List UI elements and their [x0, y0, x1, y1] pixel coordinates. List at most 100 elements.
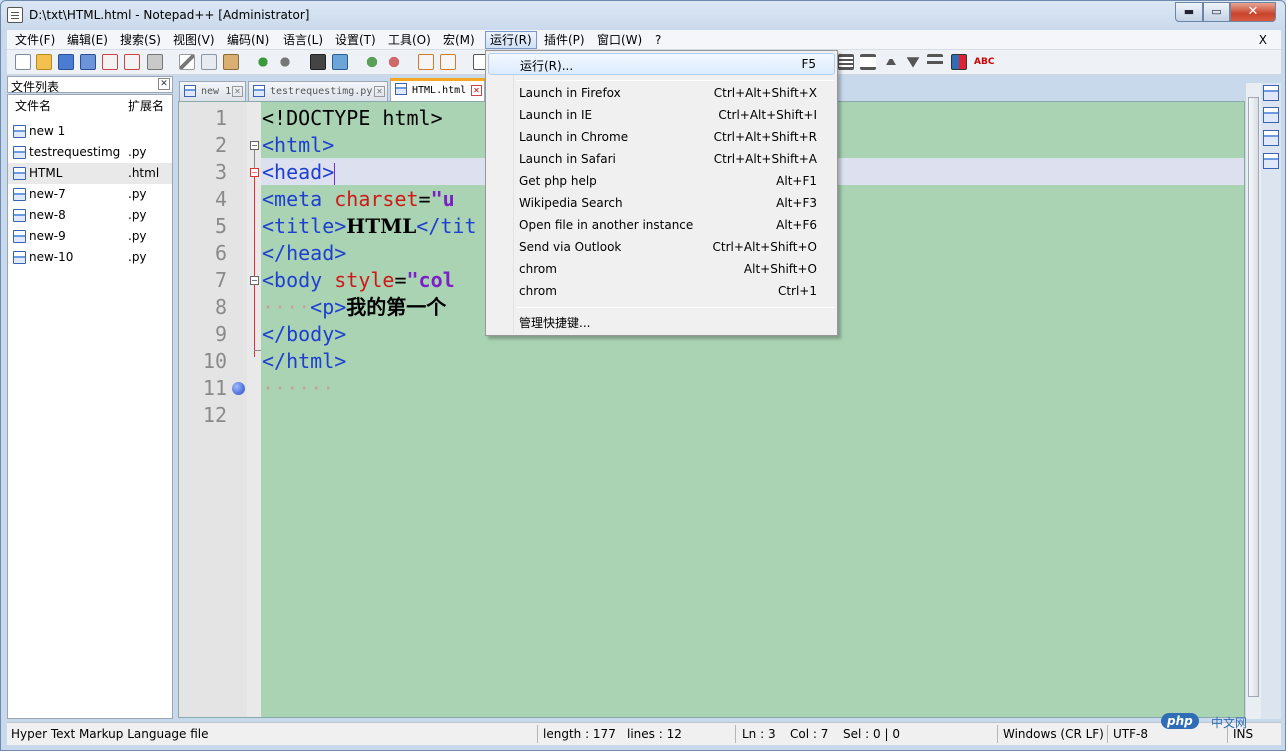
menu-file[interactable]: 文件(F): [11, 31, 59, 49]
run-menu-item-another-instance[interactable]: Open file in another instance Alt+F6: [488, 215, 835, 237]
status-eol: Windows (CR LF): [1003, 727, 1104, 741]
run-menu-item-run[interactable]: 运行(R)... F5: [488, 53, 835, 75]
close-document-button[interactable]: X: [1255, 31, 1271, 49]
menu-help[interactable]: ?: [651, 31, 665, 49]
bookmark-icon[interactable]: [232, 382, 245, 395]
maximize-button[interactable]: ▭: [1203, 2, 1230, 22]
redo-icon[interactable]: [277, 54, 293, 70]
macro-down-icon[interactable]: [906, 57, 920, 68]
column-header-name[interactable]: 文件名: [15, 97, 51, 114]
file-list-item[interactable]: new-9 .py: [8, 226, 172, 247]
close-all-icon[interactable]: [124, 54, 140, 70]
column-header-ext[interactable]: 扩展名: [128, 97, 164, 114]
menu-language[interactable]: 语言(L): [279, 31, 327, 49]
right-side-panel-bar: [1261, 83, 1281, 719]
minimize-button[interactable]: ▬: [1175, 2, 1203, 22]
vertical-scrollbar[interactable]: [1245, 83, 1261, 719]
run-menu-item-chrome[interactable]: Launch in Chrome Ctrl+Alt+Shift+R: [488, 127, 835, 149]
title-bar[interactable]: D:\txt\HTML.html - Notepad++ [Administra…: [1, 1, 1285, 31]
fold-toggle-icon[interactable]: −: [250, 168, 259, 177]
menu-run[interactable]: 运行(R): [485, 31, 537, 49]
run-menu-item-outlook[interactable]: Send via Outlook Ctrl+Alt+Shift+O: [488, 237, 835, 259]
run-menu-item-manage-shortcuts[interactable]: 管理快捷键...: [488, 311, 835, 333]
menu-view[interactable]: 视图(V): [169, 31, 219, 49]
file-list-item-selected[interactable]: HTML .html: [8, 163, 172, 184]
doc-switch-icon[interactable]: [1263, 153, 1279, 169]
notepad-app-icon: [7, 7, 23, 23]
doc-switch-icon[interactable]: [1263, 130, 1279, 146]
menu-item-label: Launch in Safari: [519, 152, 616, 166]
zoom-in-icon[interactable]: [364, 54, 380, 70]
menu-plugins[interactable]: 插件(P): [540, 31, 589, 49]
run-menu-item-chrom[interactable]: chrom Alt+Shift+O: [488, 259, 835, 281]
file-list-item[interactable]: new-8 .py: [8, 205, 172, 226]
status-selection: Sel : 0 | 0: [843, 727, 900, 741]
paste-icon[interactable]: [223, 54, 239, 70]
panel-close-icon[interactable]: ✕: [158, 78, 170, 90]
menu-tools[interactable]: 工具(O): [384, 31, 435, 49]
run-menu-item-safari[interactable]: Launch in Safari Ctrl+Alt+Shift+A: [488, 149, 835, 171]
file-ext: .py: [128, 250, 147, 264]
run-menu-item-chrom[interactable]: chrom Ctrl+1: [488, 281, 835, 303]
find-icon[interactable]: [310, 54, 326, 70]
tab-html-active[interactable]: HTML.html ✕: [390, 78, 485, 101]
run-menu-item-wikipedia[interactable]: Wikipedia Search Alt+F3: [488, 193, 835, 215]
macro-up-icon[interactable]: [884, 56, 898, 68]
menu-macro[interactable]: 宏(M): [439, 31, 479, 49]
tab-close-icon[interactable]: ✕: [471, 85, 482, 96]
php-watermark-text: 中文网: [1211, 716, 1248, 730]
tab-new-1[interactable]: new 1 ✕: [179, 81, 246, 101]
status-length: length : 177: [543, 727, 616, 741]
run-menu-item-firefox[interactable]: Launch in Firefox Ctrl+Alt+Shift+X: [488, 83, 835, 105]
macro-save-icon[interactable]: [951, 54, 967, 70]
menu-settings[interactable]: 设置(T): [331, 31, 380, 49]
run-menu-item-ie[interactable]: Launch in IE Ctrl+Alt+Shift+I: [488, 105, 835, 127]
open-file-icon[interactable]: [36, 54, 52, 70]
doc-switch-icon[interactable]: [1263, 107, 1279, 123]
file-list-item[interactable]: new 1: [8, 121, 172, 142]
save-all-icon[interactable]: [80, 54, 96, 70]
save-icon[interactable]: [58, 54, 74, 70]
file-icon: [395, 83, 407, 95]
copy-icon[interactable]: [201, 54, 217, 70]
doc-map-icon[interactable]: [838, 54, 854, 70]
tab-close-icon[interactable]: ✕: [232, 86, 243, 97]
sync-horizontal-icon[interactable]: [440, 54, 456, 70]
menu-item-shortcut: Alt+Shift+O: [743, 262, 817, 276]
file-list-item[interactable]: new-10 .py: [8, 247, 172, 268]
menu-edit[interactable]: 编辑(E): [63, 31, 112, 49]
tab-close-icon[interactable]: ✕: [374, 86, 385, 97]
line-number: 5: [214, 214, 227, 238]
menu-separator: [516, 80, 834, 81]
close-window-button[interactable]: ✕: [1230, 2, 1276, 22]
zoom-out-icon[interactable]: [386, 54, 402, 70]
menu-item-shortcut: F5: [801, 57, 816, 71]
doc-switch-icon[interactable]: [1263, 85, 1279, 101]
function-list-icon[interactable]: [860, 54, 876, 70]
menu-search[interactable]: 搜索(S): [116, 31, 165, 49]
text-token: HTML: [346, 214, 417, 238]
spellcheck-icon[interactable]: ABC: [974, 54, 994, 70]
macro-playback-icon[interactable]: [927, 54, 943, 70]
menu-window[interactable]: 窗口(W): [593, 31, 646, 49]
file-list-item[interactable]: new-7 .py: [8, 184, 172, 205]
menu-item-label: Launch in IE: [519, 108, 593, 122]
new-file-icon[interactable]: [15, 54, 31, 70]
replace-icon[interactable]: [332, 54, 348, 70]
fold-toggle-icon[interactable]: −: [250, 141, 259, 150]
tag-token: </body>: [262, 322, 347, 346]
menu-encoding[interactable]: 编码(N): [223, 31, 273, 49]
close-file-icon[interactable]: [102, 54, 118, 70]
tab-testrequestimg[interactable]: testrequestimg.py ✕: [248, 81, 388, 101]
run-menu-item-php-help[interactable]: Get php help Alt+F1: [488, 171, 835, 193]
fold-toggle-icon[interactable]: −: [250, 276, 259, 285]
menu-separator: [516, 307, 834, 308]
cut-icon[interactable]: [179, 54, 195, 70]
scrollbar-thumb[interactable]: [1248, 97, 1259, 697]
file-icon: [184, 85, 196, 97]
sync-vertical-icon[interactable]: [418, 54, 434, 70]
tag-token: <title>: [262, 214, 347, 238]
print-icon[interactable]: [147, 54, 163, 70]
file-list-item[interactable]: testrequestimg .py: [8, 142, 172, 163]
undo-icon[interactable]: [255, 54, 271, 70]
